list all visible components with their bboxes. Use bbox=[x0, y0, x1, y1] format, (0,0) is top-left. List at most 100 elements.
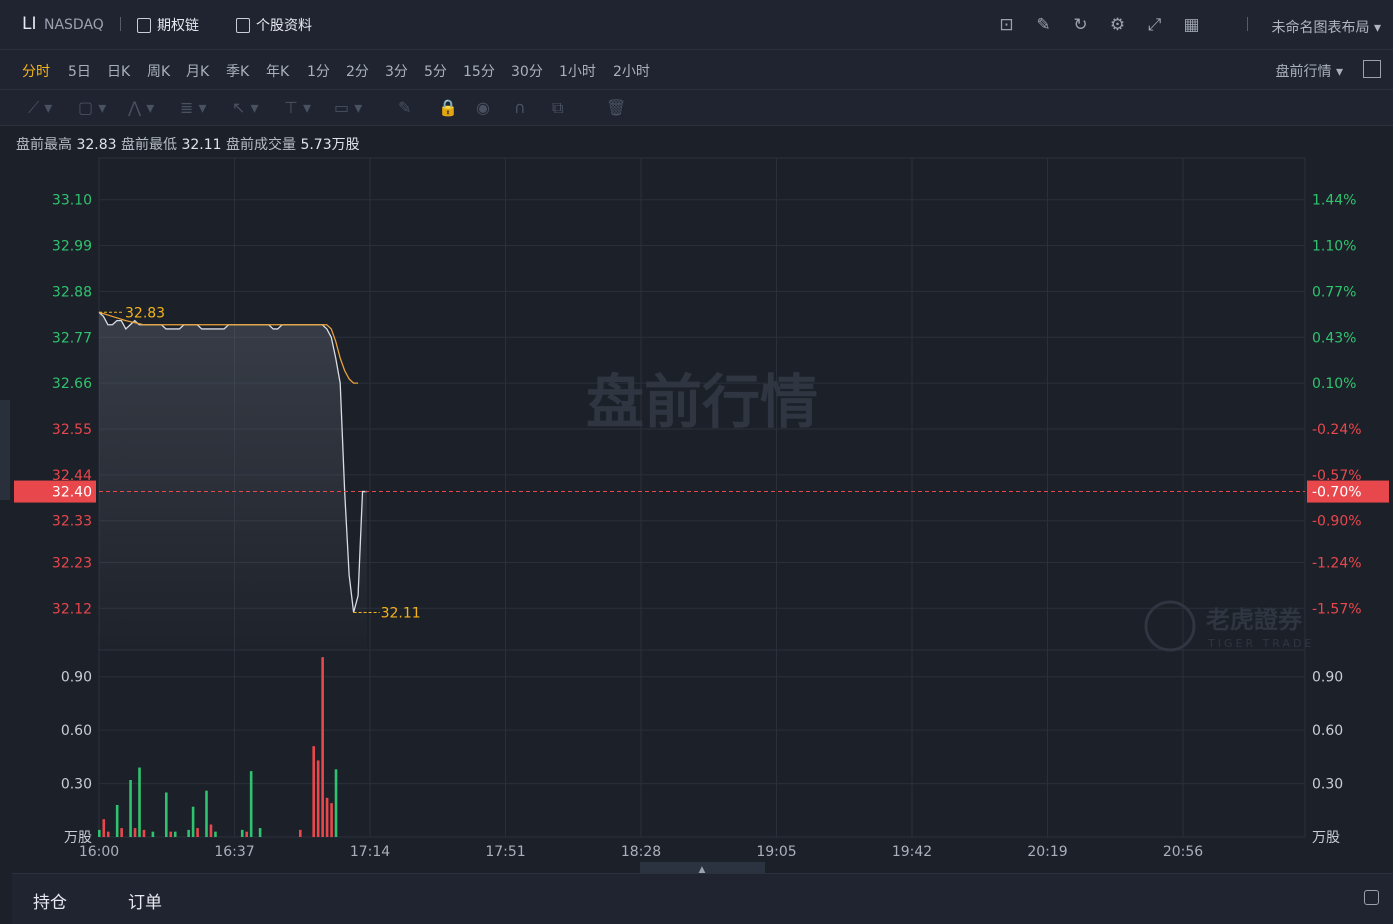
period-tab[interactable]: 分时 bbox=[22, 61, 50, 81]
divider bbox=[1247, 17, 1248, 31]
expand-icon[interactable]: ⤢ bbox=[1143, 13, 1166, 36]
period-tab[interactable]: 日K bbox=[107, 61, 130, 81]
percent-axis-label: -0.24% bbox=[1312, 422, 1362, 438]
gear-icon[interactable]: ⚙ bbox=[1106, 13, 1129, 36]
time-tick-label: 19:05 bbox=[756, 844, 796, 860]
arrow-tool-icon[interactable]: ↖ ▾ bbox=[232, 98, 259, 117]
volume-bar bbox=[187, 829, 190, 837]
clone-icon[interactable]: ⧉ bbox=[552, 98, 563, 118]
volume-bar bbox=[209, 824, 213, 837]
volume-bar bbox=[138, 767, 141, 837]
price-axis-label: 32.12 bbox=[52, 601, 92, 617]
volume-axis-label: 0.60 bbox=[61, 723, 92, 739]
edit-icon[interactable]: ✎ bbox=[1032, 13, 1055, 36]
bottom-panel: 持仓 订单 bbox=[12, 873, 1393, 924]
volume-axis-label: 0.90 bbox=[1312, 670, 1343, 686]
volume-bar bbox=[106, 831, 110, 837]
fullscreen-icon[interactable] bbox=[1363, 60, 1381, 78]
volume-bar bbox=[321, 657, 324, 837]
rect-tool-icon[interactable]: ▢ ▾ bbox=[78, 98, 106, 117]
chart-doc-icon bbox=[137, 17, 151, 33]
volume-bar bbox=[258, 828, 262, 837]
volume-bar bbox=[316, 760, 320, 837]
time-tick-label: 17:51 bbox=[485, 844, 525, 860]
layout-name: 未命名图表布局 bbox=[1271, 20, 1370, 36]
refresh-icon[interactable]: ↻ bbox=[1069, 13, 1092, 36]
period-tab[interactable]: 周K bbox=[147, 61, 170, 81]
volume-bar bbox=[133, 828, 137, 837]
period-tab[interactable]: 30分 bbox=[511, 61, 543, 81]
price-area-fill bbox=[99, 312, 367, 650]
volume-bar bbox=[214, 831, 217, 837]
session-label: 盘前行情 bbox=[1275, 64, 1332, 80]
low-marker-label: 32.11 bbox=[381, 605, 421, 621]
drawing-toolbar: ⟋ ▾ ▢ ▾ ⋀ ▾ ≣ ▾ ↖ ▾ ⊤ ▾ ▭ ▾ ✎ 🔒 ◉ ∩ ⧉ 🗑 bbox=[0, 90, 1393, 126]
divider bbox=[120, 17, 121, 31]
option-chain-label: 期权链 bbox=[157, 18, 199, 34]
percent-axis-label: 1.10% bbox=[1312, 239, 1356, 255]
time-tick-label: 20:56 bbox=[1163, 844, 1203, 860]
fib-tool-icon[interactable]: ≣ ▾ bbox=[180, 98, 207, 117]
option-chain-button[interactable]: 期权链 bbox=[137, 15, 199, 35]
pattern-tool-icon[interactable]: ⋀ ▾ bbox=[128, 98, 154, 117]
price-axis-label: 32.88 bbox=[52, 284, 92, 300]
period-tab[interactable]: 月K bbox=[186, 61, 209, 81]
period-tab[interactable]: 2小时 bbox=[613, 61, 650, 81]
chevron-up-icon: ▲ bbox=[699, 865, 706, 873]
stock-info-button[interactable]: 个股资料 bbox=[236, 15, 312, 35]
period-tab[interactable]: 季K bbox=[226, 61, 249, 81]
volume-axis-label: 0.90 bbox=[61, 670, 92, 686]
period-tab[interactable]: 15分 bbox=[463, 61, 495, 81]
trash-icon[interactable]: 🗑 bbox=[606, 98, 626, 117]
symbol-label[interactable]: LI bbox=[22, 14, 37, 34]
brand-subtitle: TIGER TRADE bbox=[1207, 637, 1314, 650]
price-axis-label: 32.23 bbox=[52, 555, 92, 571]
period-tab[interactable]: 年K bbox=[266, 61, 289, 81]
volume-unit-label: 万股 bbox=[1312, 830, 1340, 846]
magnet-icon[interactable]: ∩ bbox=[514, 98, 526, 117]
measure-tool-icon[interactable]: ⊤ ▾ bbox=[284, 98, 311, 117]
volume-bar bbox=[325, 797, 329, 837]
price-axis-label: 32.33 bbox=[52, 514, 92, 530]
high-marker-label: 32.83 bbox=[125, 305, 165, 321]
eye-icon[interactable]: ◉ bbox=[476, 98, 490, 117]
stock-info-label: 个股资料 bbox=[256, 18, 312, 34]
volume-bar bbox=[240, 829, 244, 837]
price-axis-label: 32.66 bbox=[52, 376, 92, 392]
volume-bar bbox=[169, 831, 173, 837]
percent-axis-label: 0.43% bbox=[1312, 330, 1356, 346]
lock-icon[interactable]: 🔒 bbox=[438, 98, 458, 117]
volume-bar bbox=[98, 829, 101, 837]
price-axis-label: 33.10 bbox=[52, 193, 92, 209]
grid-layout-icon[interactable]: ▦ bbox=[1180, 13, 1203, 36]
volume-bar bbox=[334, 769, 338, 837]
brand-name: 老虎證券 bbox=[1206, 606, 1303, 634]
volume-bar bbox=[173, 831, 177, 837]
document-icon bbox=[236, 17, 250, 33]
volume-bar bbox=[151, 831, 155, 837]
volume-bar bbox=[312, 746, 315, 837]
price-axis-label: 32.99 bbox=[52, 239, 92, 255]
period-tab[interactable]: 3分 bbox=[385, 61, 408, 81]
volume-bar bbox=[249, 771, 253, 837]
time-tick-label: 18:28 bbox=[621, 844, 661, 860]
time-tick-label: 19:42 bbox=[892, 844, 932, 860]
price-chart[interactable]: 16:00 16:37 17:14 17:51 18:28 19:05 19:42 20:19… bbox=[0, 150, 1393, 873]
annotation-tool-icon[interactable]: ▭ ▾ bbox=[334, 98, 362, 117]
layout-selector[interactable]: 未命名图表布局 ▾ bbox=[1272, 17, 1381, 37]
top-toolbar: LI NASDAQ 期权链 个股资料 ⊡ ✎ ↻ ⚙ ⤢ ▦ 未命名图表布局 ▾ bbox=[0, 0, 1393, 50]
period-tab[interactable]: 2分 bbox=[346, 61, 369, 81]
period-tab[interactable]: 1小时 bbox=[559, 61, 596, 81]
tab-orders[interactable]: 订单 bbox=[128, 888, 162, 913]
period-tab[interactable]: 5日 bbox=[68, 61, 91, 81]
session-selector[interactable]: 盘前行情 ▾ bbox=[1276, 61, 1343, 81]
indicator-icon[interactable]: ⊡ bbox=[995, 13, 1018, 36]
pencil-icon[interactable]: ✎ bbox=[398, 98, 411, 117]
percent-axis-label: 0.77% bbox=[1312, 284, 1356, 300]
volume-bar bbox=[330, 803, 333, 837]
period-tab[interactable]: 1分 bbox=[307, 61, 330, 81]
tab-positions[interactable]: 持仓 bbox=[33, 888, 67, 913]
line-tool-icon[interactable]: ⟋ ▾ bbox=[28, 98, 52, 118]
popout-icon[interactable] bbox=[1364, 890, 1379, 905]
period-tab[interactable]: 5分 bbox=[424, 61, 447, 81]
